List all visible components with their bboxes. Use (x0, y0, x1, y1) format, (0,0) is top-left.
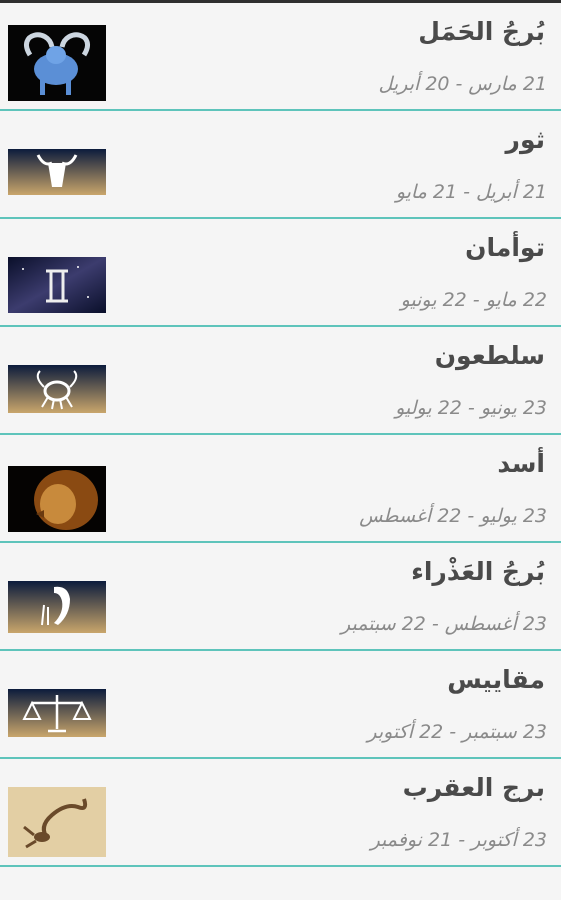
scorpio-icon (8, 787, 106, 857)
zodiac-list: بُرجُ الحَمَل 21 مارس - 20 أبريل ثور 21 … (0, 3, 561, 867)
sign-dates: 23 يونيو - 22 يوليو (395, 397, 547, 419)
list-item-gemini[interactable]: توأمان 22 مايو - 22 يونيو (0, 219, 561, 327)
list-item-scorpio[interactable]: برج العقرب 23 أكتوبر - 21 نوفمبر (0, 759, 561, 867)
sign-dates: 23 سبتمبر - 22 أكتوبر (367, 721, 547, 743)
virgo-icon (8, 581, 106, 633)
sign-dates: 22 مايو - 22 يونيو (400, 289, 547, 311)
list-item-leo[interactable]: أسد 23 يوليو - 22 أغسطس (0, 435, 561, 543)
sign-name: توأمان (465, 233, 545, 262)
sign-name: مقاييس (447, 665, 545, 694)
list-item-partial[interactable] (0, 867, 561, 900)
sign-dates: 21 أبريل - 21 مايو (395, 181, 547, 203)
list-item-cancer[interactable]: سلطعون 23 يونيو - 22 يوليو (0, 327, 561, 435)
list-item-libra[interactable]: مقاييس 23 سبتمبر - 22 أكتوبر (0, 651, 561, 759)
leo-icon (8, 466, 106, 532)
aries-icon (8, 25, 106, 101)
sign-dates: 23 أغسطس - 22 سبتمبر (341, 613, 547, 635)
sign-name: سلطعون (434, 341, 545, 370)
sign-name: أسد (497, 449, 545, 478)
sign-dates: 23 يوليو - 22 أغسطس (359, 505, 547, 527)
cancer-icon (8, 365, 106, 413)
list-item-virgo[interactable]: بُرجُ العَذْراء 23 أغسطس - 22 سبتمبر (0, 543, 561, 651)
sign-dates: 23 أكتوبر - 21 نوفمبر (370, 829, 547, 851)
sign-name: بُرجُ الحَمَل (418, 17, 545, 46)
list-item-aries[interactable]: بُرجُ الحَمَل 21 مارس - 20 أبريل (0, 3, 561, 111)
sign-name: ثور (505, 125, 545, 154)
taurus-icon (8, 149, 106, 195)
sign-dates: 21 مارس - 20 أبريل (378, 73, 547, 95)
sign-name: برج العقرب (402, 773, 545, 802)
sign-name: بُرجُ العَذْراء (411, 557, 545, 586)
gemini-icon (8, 257, 106, 313)
list-item-taurus[interactable]: ثور 21 أبريل - 21 مايو (0, 111, 561, 219)
libra-icon (8, 689, 106, 737)
